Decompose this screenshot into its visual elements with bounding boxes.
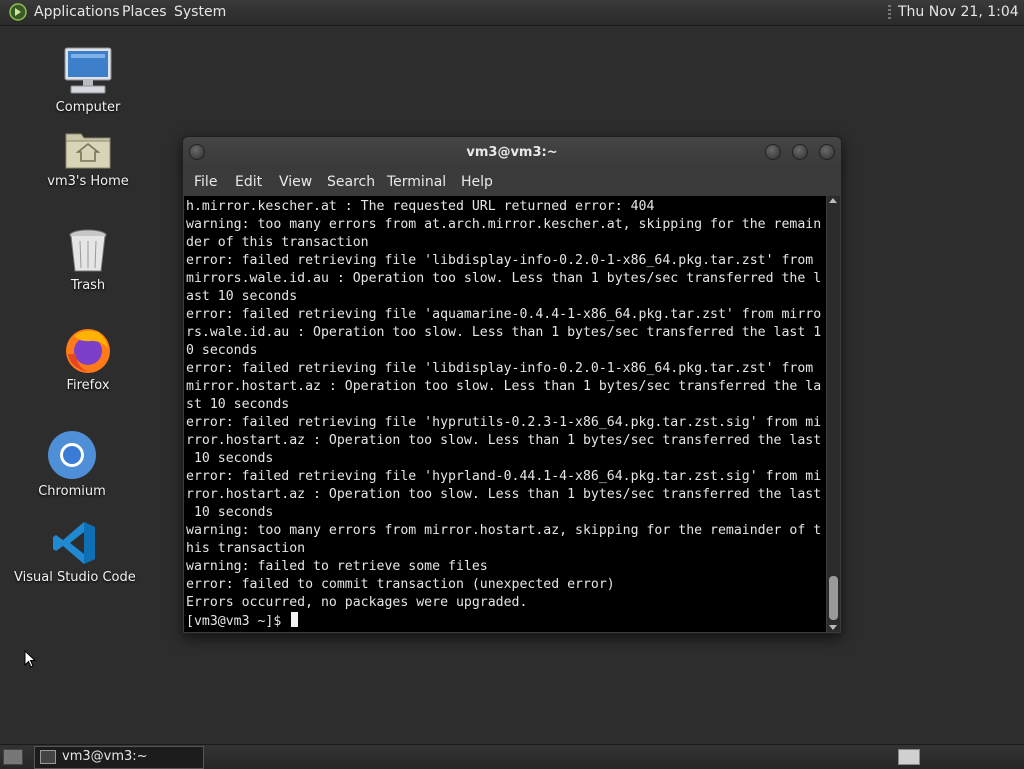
maximize-button[interactable] <box>792 144 808 160</box>
computer-icon <box>64 47 112 94</box>
terminal-line: rror.hostart.az : Operation too slow. Le… <box>186 487 822 502</box>
terminal-line: warning: failed to retrieve some files <box>186 559 488 574</box>
terminal-line: 0 seconds <box>186 343 258 358</box>
desktop-icon-trash[interactable]: Trash <box>58 228 118 293</box>
menu-file[interactable]: File <box>194 174 217 190</box>
system-menu[interactable]: System <box>174 4 226 20</box>
terminal-line: mirrors.wale.id.au : Operation too slow.… <box>186 271 822 286</box>
menu-edit[interactable]: Edit <box>235 174 262 190</box>
trash-icon <box>69 229 107 272</box>
terminal-window[interactable]: vm3@vm3:~ File Edit View Search Terminal… <box>182 136 842 634</box>
desktop-icon-vscode[interactable]: Visual Studio Code <box>14 520 136 585</box>
firefox-icon <box>66 329 110 373</box>
terminal-line: st 10 seconds <box>186 397 290 412</box>
shell-prompt: [vm3@vm3 ~]$ <box>186 614 290 629</box>
taskbar-item-terminal[interactable]: vm3@vm3:~ <box>34 746 204 769</box>
terminal-output[interactable]: h.mirror.kescher.at : The requested URL … <box>184 196 826 632</box>
desktop-icon-firefox[interactable]: Firefox <box>58 326 118 393</box>
terminal-line: Errors occurred, no packages were upgrad… <box>186 595 528 610</box>
menu-view[interactable]: View <box>279 174 312 190</box>
menu-help[interactable]: Help <box>461 174 493 190</box>
terminal-line: h.mirror.kescher.at : The requested URL … <box>186 199 655 214</box>
desktop-icon-label: Trash <box>70 278 106 293</box>
terminal-line: rror.hostart.az : Operation too slow. Le… <box>186 433 822 448</box>
desktop-icon-chromium[interactable]: Chromium <box>36 430 108 499</box>
desktop-icon-computer[interactable]: Computer <box>48 46 128 115</box>
terminal-scrollbar[interactable] <box>827 196 840 632</box>
terminal-line: mirror.hostart.az : Operation too slow. … <box>186 379 822 394</box>
desktop-icon-label: Chromium <box>38 484 106 499</box>
top-panel: Applications Places System Thu Nov 21, 1… <box>0 0 1024 26</box>
terminal-line: error: failed retrieving file 'libdispla… <box>186 253 814 268</box>
terminal-line: error: failed to commit transaction (une… <box>186 577 615 592</box>
window-title: vm3@vm3:~ <box>466 145 558 160</box>
taskbar-item-label: vm3@vm3:~ <box>62 749 148 764</box>
terminal-line: 10 seconds <box>186 505 274 520</box>
desktop-icon-label: Computer <box>55 100 121 115</box>
terminal-icon <box>40 750 56 764</box>
vscode-icon <box>53 522 95 564</box>
terminal-line: his transaction <box>186 541 306 556</box>
bottom-panel: vm3@vm3:~ <box>0 744 1024 769</box>
desktop-icon-home[interactable]: vm3's Home <box>38 128 138 189</box>
terminal-line: der of this transaction <box>186 235 369 250</box>
terminal-line: error: failed retrieving file 'libdispla… <box>186 361 814 376</box>
distro-logo-icon[interactable] <box>9 3 27 21</box>
menu-search[interactable]: Search <box>327 174 375 190</box>
terminal-line: error: failed retrieving file 'aquamarin… <box>186 307 822 322</box>
applications-menu[interactable]: Applications <box>34 4 120 20</box>
terminal-line: rs.wale.id.au : Operation too slow. Less… <box>186 325 822 340</box>
terminal-menubar: File Edit View Search Terminal Help <box>183 169 841 195</box>
terminal-line: error: failed retrieving file 'hyprland-… <box>186 469 822 484</box>
home-folder-icon <box>65 133 111 169</box>
close-button[interactable] <box>819 144 835 160</box>
terminal-line: ast 10 seconds <box>186 289 298 304</box>
terminal-prompt-line: [vm3@vm3 ~]$ <box>186 612 821 631</box>
terminal-text: h.mirror.kescher.at : The requested URL … <box>186 198 821 631</box>
desktop-icon-label: vm3's Home <box>47 174 129 189</box>
mouse-pointer-icon <box>24 650 36 668</box>
minimize-button[interactable] <box>765 144 781 160</box>
menu-terminal[interactable]: Terminal <box>387 174 446 190</box>
scroll-up-arrow-icon[interactable] <box>829 198 837 203</box>
scroll-down-arrow-icon[interactable] <box>829 625 837 630</box>
clock[interactable]: Thu Nov 21, 1:04 PM <box>898 4 1024 20</box>
terminal-line: error: failed retrieving file 'hyprutils… <box>186 415 822 430</box>
places-menu[interactable]: Places <box>122 4 167 20</box>
chromium-icon <box>48 431 96 479</box>
desktop-icon-label: Visual Studio Code <box>14 570 136 585</box>
terminal-line: warning: too many errors from at.arch.mi… <box>186 217 822 232</box>
text-cursor <box>291 612 299 627</box>
show-desktop-icon[interactable] <box>3 749 23 765</box>
workspace-switcher[interactable] <box>898 749 920 765</box>
window-titlebar[interactable]: vm3@vm3:~ <box>183 137 841 169</box>
scrollbar-thumb[interactable] <box>829 576 838 620</box>
desktop-icon-label: Firefox <box>66 378 110 393</box>
panel-separator <box>888 5 891 20</box>
terminal-line: 10 seconds <box>186 451 274 466</box>
terminal-line: warning: too many errors from mirror.hos… <box>186 523 822 538</box>
